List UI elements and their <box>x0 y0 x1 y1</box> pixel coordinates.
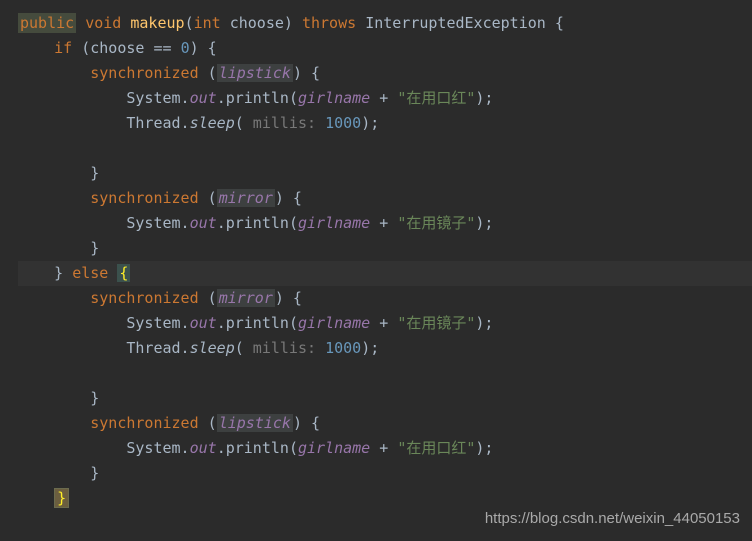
code-line: Thread.sleep( millis: 1000); <box>18 111 752 136</box>
exception-type: InterruptedException <box>365 14 546 32</box>
field-girlname: girlname <box>298 89 370 107</box>
method-println: println <box>226 214 289 232</box>
brace-matched: } <box>54 488 69 508</box>
keyword-else: else <box>72 264 108 282</box>
field-lipstick: lipstick <box>217 64 293 82</box>
field-out: out <box>190 439 217 457</box>
number-literal: 0 <box>181 39 190 57</box>
parameter-hint: millis: <box>244 114 325 132</box>
method-name: makeup <box>130 14 184 32</box>
string-literal: "在用镜子" <box>397 314 475 332</box>
code-line: synchronized (lipstick) { <box>18 61 752 86</box>
watermark-url: https://blog.csdn.net/weixin_44050153 <box>485 506 740 531</box>
string-literal: "在用口红" <box>397 89 475 107</box>
code-line: synchronized (mirror) { <box>18 186 752 211</box>
code-line: if (choose == 0) { <box>18 36 752 61</box>
param-name: choose <box>230 14 284 32</box>
string-literal: "在用口红" <box>397 439 475 457</box>
parameter-hint: millis: <box>244 339 325 357</box>
keyword-synchronized: synchronized <box>90 189 198 207</box>
method-println: println <box>226 314 289 332</box>
field-girlname: girlname <box>298 314 370 332</box>
keyword-if: if <box>54 39 72 57</box>
code-line: System.out.println(girlname + "在用口红"); <box>18 86 752 111</box>
code-line: } <box>18 386 752 411</box>
keyword-public: public <box>18 13 76 33</box>
field-girlname: girlname <box>298 214 370 232</box>
code-line: synchronized (lipstick) { <box>18 411 752 436</box>
code-line: } <box>18 161 752 186</box>
method-sleep: sleep <box>190 114 235 132</box>
field-out: out <box>190 214 217 232</box>
method-println: println <box>226 89 289 107</box>
method-sleep: sleep <box>190 339 235 357</box>
code-line: System.out.println(girlname + "在用镜子"); <box>18 311 752 336</box>
code-line: System.out.println(girlname + "在用镜子"); <box>18 211 752 236</box>
keyword-throws: throws <box>302 14 356 32</box>
code-line <box>18 136 752 161</box>
code-line: System.out.println(girlname + "在用口红"); <box>18 436 752 461</box>
method-println: println <box>226 439 289 457</box>
keyword-int: int <box>194 14 221 32</box>
brace-matched: { <box>117 264 130 282</box>
code-line: synchronized (mirror) { <box>18 286 752 311</box>
string-literal: "在用镜子" <box>397 214 475 232</box>
code-line <box>18 361 752 386</box>
code-line: Thread.sleep( millis: 1000); <box>18 336 752 361</box>
code-line: } <box>18 461 752 486</box>
field-girlname: girlname <box>298 439 370 457</box>
code-line-current: } else { <box>18 261 752 286</box>
keyword-synchronized: synchronized <box>90 289 198 307</box>
field-mirror: mirror <box>217 189 275 207</box>
field-out: out <box>190 314 217 332</box>
field-out: out <box>190 89 217 107</box>
number-literal: 1000 <box>325 339 361 357</box>
code-line: } <box>18 236 752 261</box>
code-editor[interactable]: public void makeup(int choose) throws In… <box>0 0 752 511</box>
number-literal: 1000 <box>325 114 361 132</box>
field-mirror: mirror <box>217 289 275 307</box>
keyword-void: void <box>85 14 121 32</box>
field-lipstick: lipstick <box>217 414 293 432</box>
keyword-synchronized: synchronized <box>90 64 198 82</box>
code-line: public void makeup(int choose) throws In… <box>18 11 752 36</box>
keyword-synchronized: synchronized <box>90 414 198 432</box>
